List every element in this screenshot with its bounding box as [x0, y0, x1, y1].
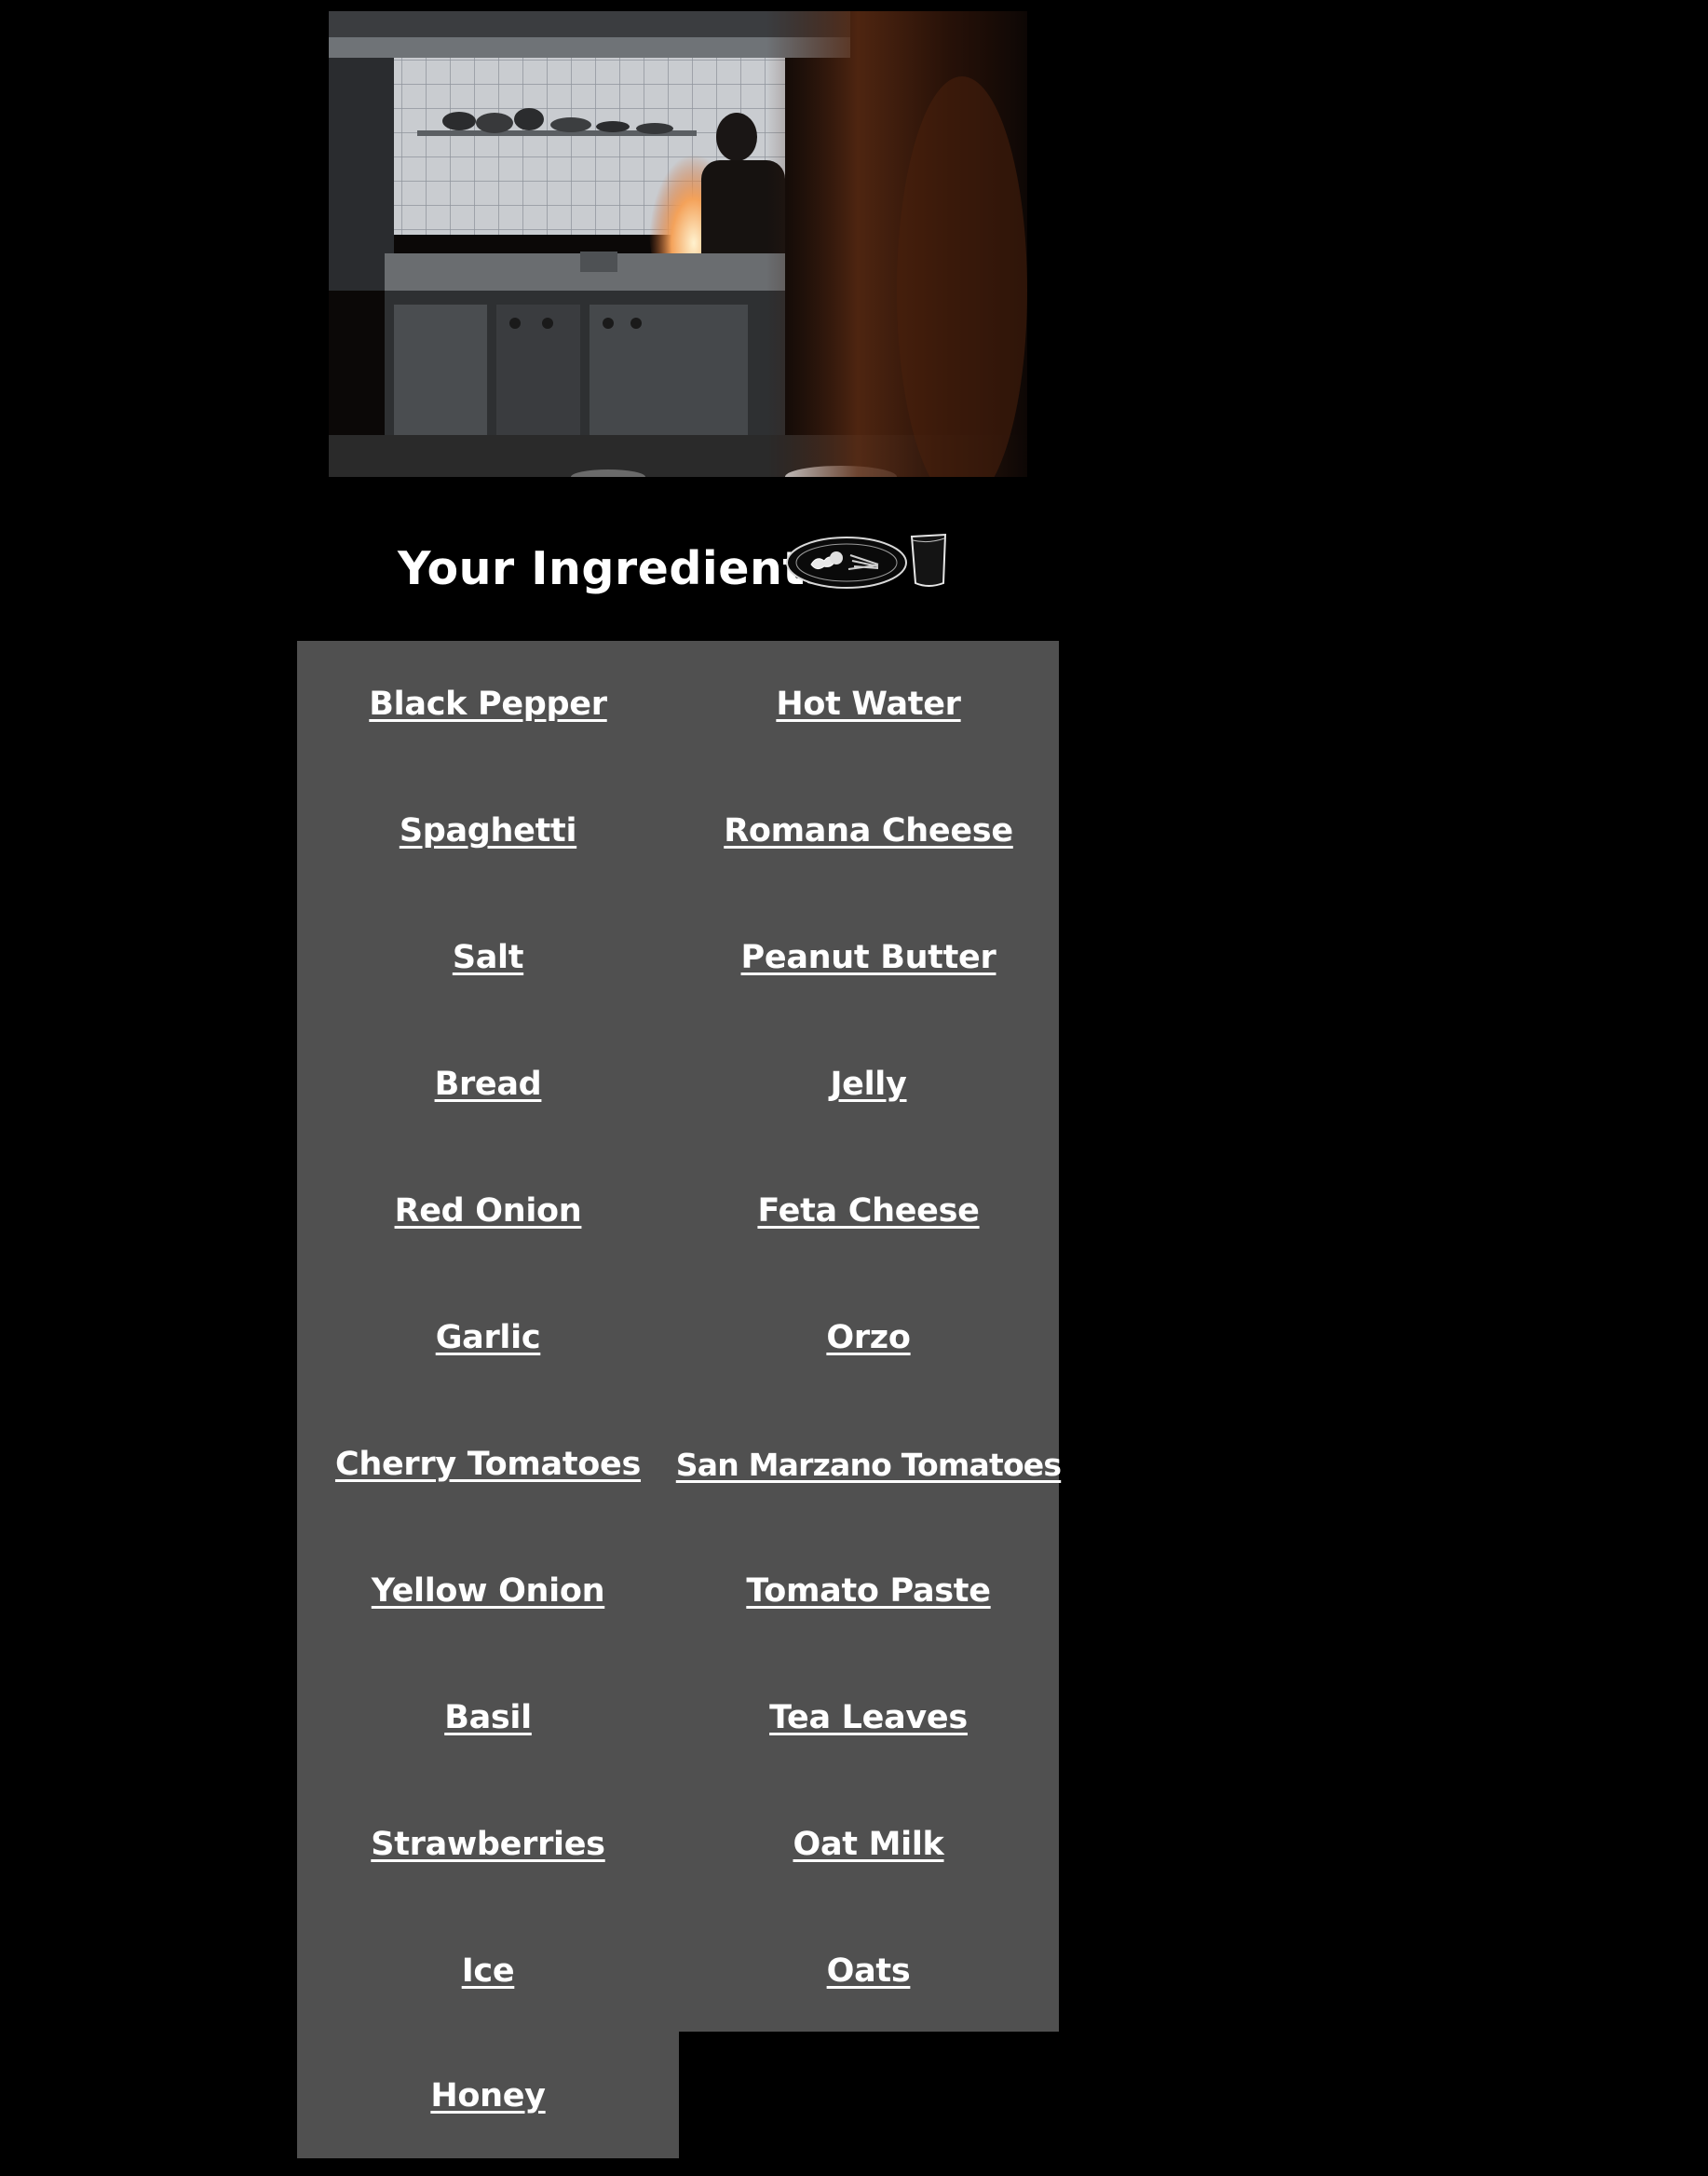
list-item: Ice	[297, 1908, 679, 2034]
kitchen-hero-image	[329, 11, 1027, 477]
plate-and-cup-icon	[786, 533, 947, 589]
ingredient-link[interactable]: Hot Water	[776, 686, 961, 723]
ingredient-link[interactable]: Spaghetti	[400, 812, 577, 850]
list-item: Jelly	[678, 1021, 1059, 1148]
ingredient-link[interactable]: Garlic	[436, 1319, 541, 1356]
list-item: Honey	[297, 2033, 679, 2159]
list-item: Garlic	[297, 1274, 679, 1401]
ingredient-link[interactable]: Romana Cheese	[724, 812, 1013, 850]
list-item: Oats	[678, 1908, 1059, 2034]
ingredient-link[interactable]: Bread	[435, 1066, 542, 1103]
list-item: Feta Cheese	[678, 1148, 1059, 1274]
ingredient-link[interactable]: Basil	[444, 1699, 532, 1736]
ingredient-link[interactable]: Oats	[827, 1952, 911, 1990]
list-item: Tea Leaves	[678, 1654, 1059, 1781]
ingredient-link[interactable]: Red Onion	[395, 1192, 582, 1230]
ingredients-column-right: Hot Water Romana Cheese Peanut Butter Je…	[676, 641, 1062, 2034]
ingredient-link[interactable]: Feta Cheese	[757, 1192, 979, 1230]
ingredient-link[interactable]: Ice	[462, 1952, 515, 1990]
list-item: Peanut Butter	[678, 894, 1059, 1021]
list-item: Cherry Tomatoes	[297, 1401, 679, 1528]
ingredient-link[interactable]: Jelly	[830, 1066, 906, 1103]
ingredient-link[interactable]: Orzo	[826, 1319, 911, 1356]
list-item: Strawberries	[297, 1781, 679, 1908]
ingredients-column-left: Black Pepper Spaghetti Salt Bread Red On…	[297, 641, 679, 2158]
list-item: Orzo	[678, 1274, 1059, 1401]
ingredient-link[interactable]: Tea Leaves	[769, 1699, 968, 1736]
ingredients-header: Your Ingredients	[329, 522, 1027, 615]
list-item: San Marzano Tomatoes	[676, 1401, 1062, 1528]
list-item: Spaghetti	[297, 768, 679, 894]
ingredient-link[interactable]: Honey	[430, 2077, 546, 2115]
ingredient-link[interactable]: Yellow Onion	[372, 1572, 605, 1610]
list-item: Black Pepper	[297, 641, 679, 768]
list-item: Salt	[297, 894, 679, 1021]
ingredient-link[interactable]: Tomato Paste	[746, 1572, 991, 1610]
ingredient-link[interactable]: Salt	[453, 939, 524, 976]
ingredient-link[interactable]: Strawberries	[371, 1826, 605, 1863]
page-title: Your Ingredients	[398, 542, 833, 595]
ingredient-link[interactable]: Oat Milk	[793, 1826, 944, 1863]
list-item: Hot Water	[678, 641, 1059, 768]
list-item: Tomato Paste	[678, 1528, 1059, 1654]
ingredient-link[interactable]: Black Pepper	[369, 686, 607, 723]
list-item: Yellow Onion	[297, 1528, 679, 1654]
list-item: Romana Cheese	[678, 768, 1059, 894]
ingredient-link[interactable]: Cherry Tomatoes	[335, 1446, 641, 1483]
ingredient-link[interactable]: San Marzano Tomatoes	[676, 1447, 1062, 1483]
list-item: Bread	[297, 1021, 679, 1148]
list-item: Oat Milk	[678, 1781, 1059, 1908]
list-item: Basil	[297, 1654, 679, 1781]
ingredient-link[interactable]: Peanut Butter	[741, 939, 996, 976]
list-item: Red Onion	[297, 1148, 679, 1274]
